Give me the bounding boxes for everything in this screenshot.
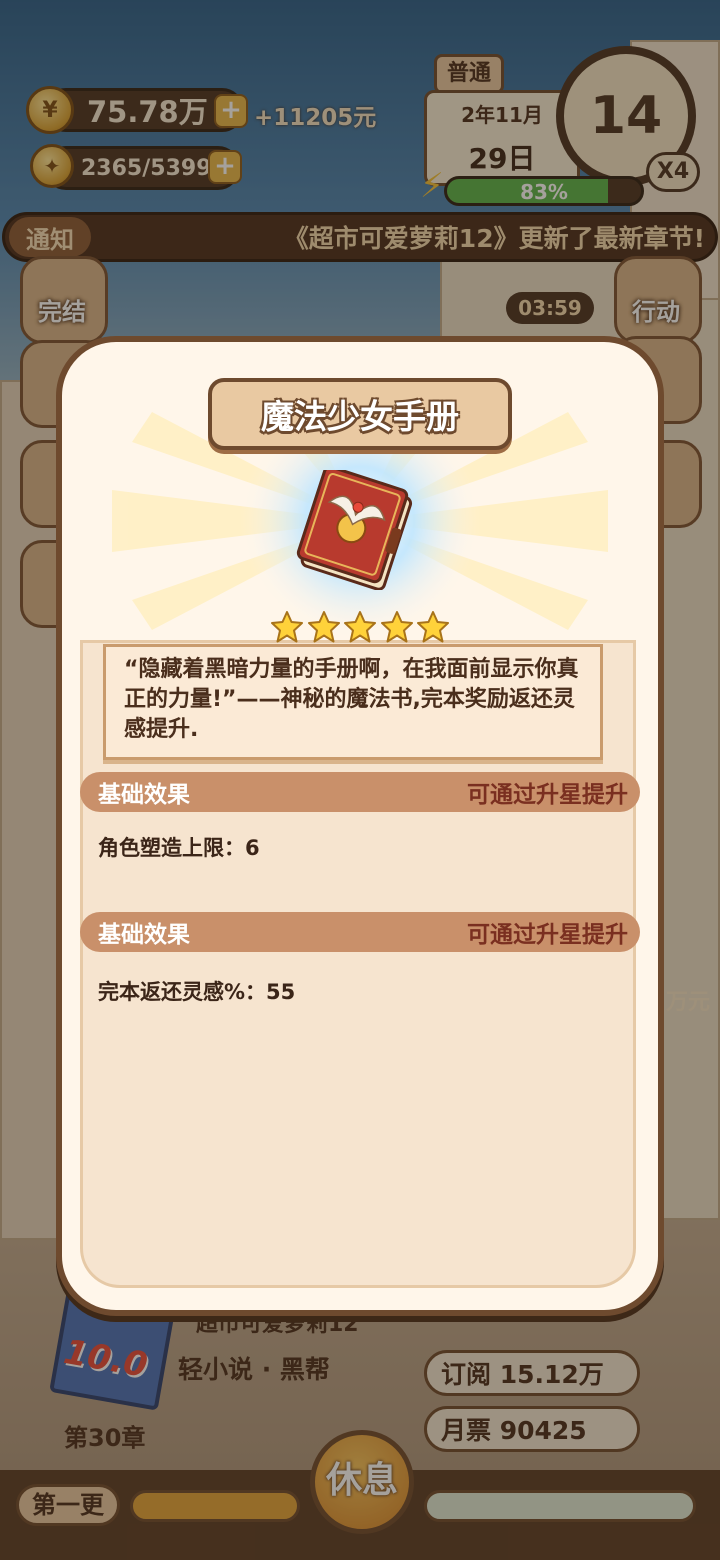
effect-value-1: 角色塑造上限：6: [98, 836, 260, 860]
upgrade-hint-2: 可通过升星提升: [467, 922, 628, 948]
star-icon: [271, 611, 303, 643]
item-title-plate: 魔法少女手册: [208, 378, 512, 450]
effect-value-2: 完本返还灵感%：55: [98, 980, 296, 1004]
effect-section-title-1: 基础效果: [98, 782, 190, 808]
star-icon: [344, 611, 376, 643]
effect-section-title-2: 基础效果: [98, 922, 190, 948]
star-rating: [270, 610, 450, 644]
item-title: 魔法少女手册: [261, 397, 459, 436]
magic-book-icon: [296, 470, 413, 590]
item-description-text: “隐藏着黑暗力量的手册啊，在我面前显示你真正的力量!”——神秘的魔法书,完本奖励…: [124, 657, 579, 742]
effect-section-header-2: 基础效果 可通过升星提升: [80, 912, 640, 952]
star-icon: [380, 611, 413, 643]
effect-section-header-1: 基础效果 可通过升星提升: [80, 772, 640, 812]
item-description: “隐藏着黑暗力量的手册啊，在我面前显示你真正的力量!”——神秘的魔法书,完本奖励…: [103, 644, 603, 760]
upgrade-hint-1: 可通过升星提升: [467, 782, 628, 808]
star-icon: [307, 611, 340, 643]
star-icon: [417, 611, 449, 643]
